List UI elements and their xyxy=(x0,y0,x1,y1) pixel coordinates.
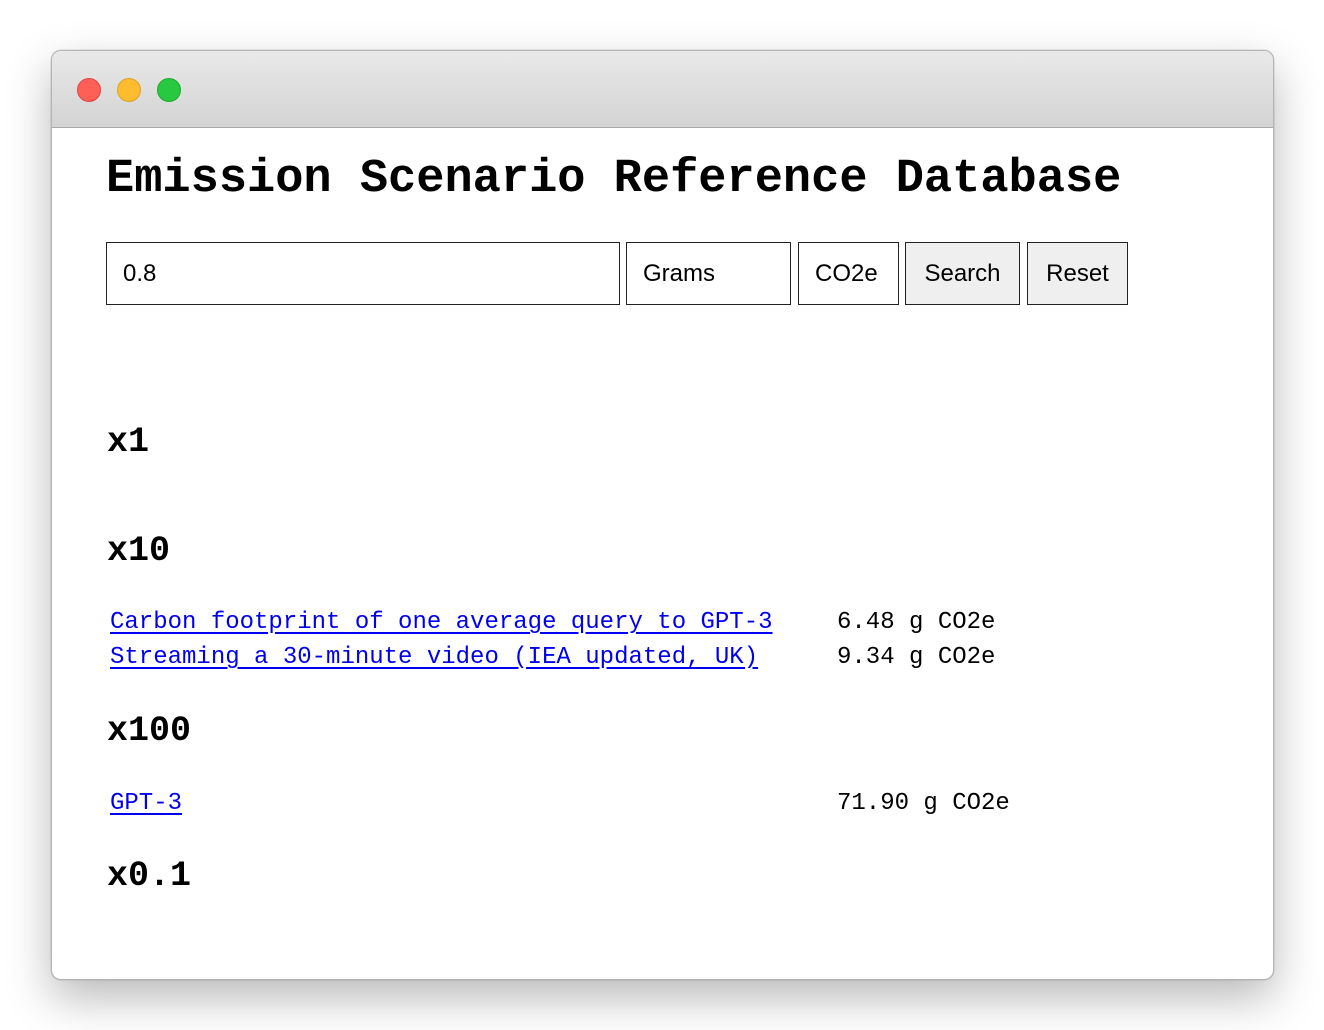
gas-field[interactable]: CO2e xyxy=(798,242,899,305)
browser-window: Emission Scenario Reference Database 0.8… xyxy=(51,50,1274,980)
section-heading-x0-1: x0.1 xyxy=(107,856,192,896)
section-heading-x100: x100 xyxy=(107,711,192,751)
maximize-window-icon[interactable] xyxy=(157,78,181,102)
window-titlebar xyxy=(52,51,1273,128)
amount-input[interactable]: 0.8 xyxy=(106,242,620,305)
close-window-icon[interactable] xyxy=(77,78,101,102)
section-heading-x1: x1 xyxy=(107,422,150,462)
result-value: 9.34 g CO2e xyxy=(837,644,996,671)
unit-field[interactable]: Grams xyxy=(626,242,791,305)
search-button[interactable]: Search xyxy=(905,242,1020,305)
result-link[interactable]: GPT-3 xyxy=(110,789,182,819)
page-title: Emission Scenario Reference Database xyxy=(106,153,1122,206)
section-heading-x10: x10 xyxy=(107,531,171,571)
result-link[interactable]: Carbon footprint of one average query to… xyxy=(110,608,773,638)
reset-button[interactable]: Reset xyxy=(1027,242,1128,305)
result-value: 71.90 g CO2e xyxy=(837,790,1010,817)
page-content: Emission Scenario Reference Database 0.8… xyxy=(52,128,1273,979)
minimize-window-icon[interactable] xyxy=(117,78,141,102)
result-value: 6.48 g CO2e xyxy=(837,609,996,636)
result-link[interactable]: Streaming a 30-minute video (IEA updated… xyxy=(110,643,758,673)
